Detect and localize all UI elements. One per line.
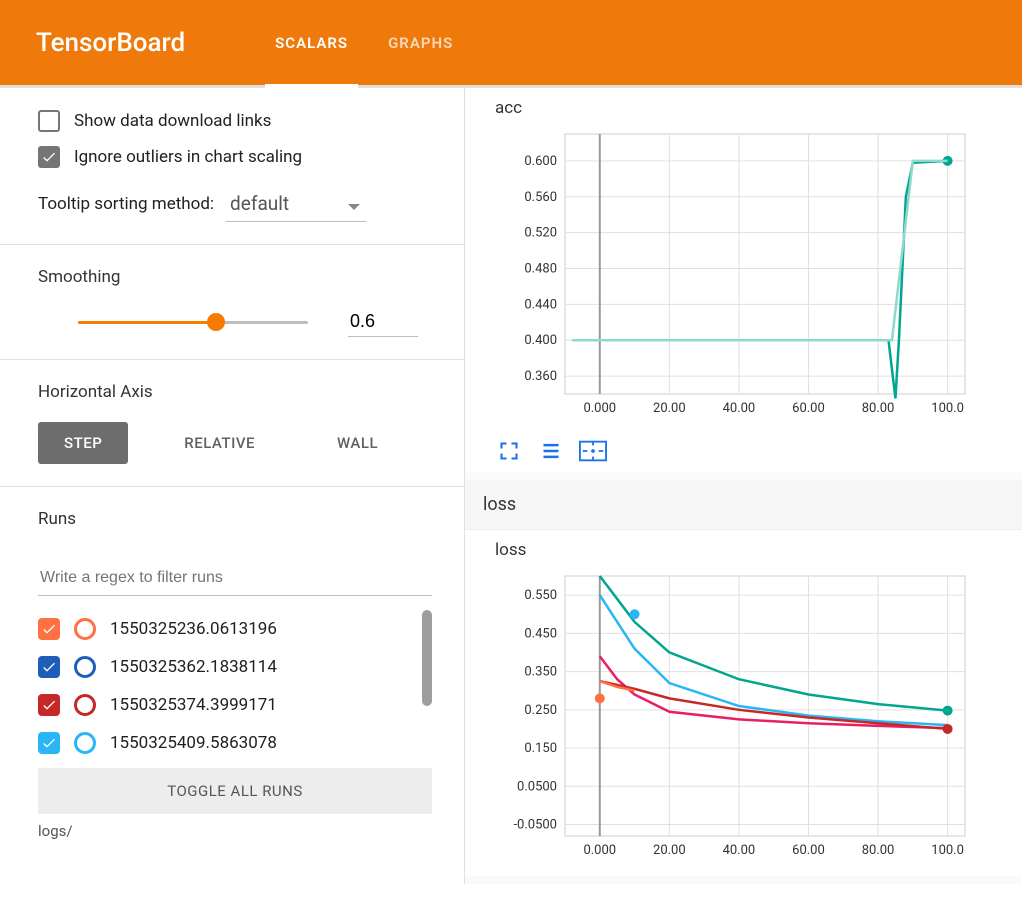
horizontal-axis-label: Horizontal Axis xyxy=(38,382,426,402)
svg-text:0.250: 0.250 xyxy=(524,703,557,718)
run-name: 1550325409.5863078 xyxy=(110,733,277,753)
content: acc 0.3600.4000.4400.4800.5200.5600.6000… xyxy=(465,88,1022,884)
svg-text:0.560: 0.560 xyxy=(524,190,557,205)
svg-text:20.00: 20.00 xyxy=(653,401,686,416)
run-row: 1550325362.1838114 xyxy=(38,648,432,686)
tooltip-sort-label: Tooltip sorting method: xyxy=(38,194,214,214)
svg-text:40.00: 40.00 xyxy=(723,843,756,858)
tab-scalars[interactable]: SCALARS xyxy=(275,0,348,85)
logs-path: logs/ xyxy=(38,822,432,840)
svg-text:0.0500: 0.0500 xyxy=(517,779,557,794)
tab-graphs[interactable]: GRAPHS xyxy=(388,0,453,85)
svg-text:0.350: 0.350 xyxy=(524,665,557,680)
run-color-circle[interactable] xyxy=(74,656,96,678)
svg-text:0.480: 0.480 xyxy=(524,261,557,276)
section-loss-header[interactable]: loss xyxy=(465,480,1022,530)
fullscreen-icon[interactable] xyxy=(495,440,523,462)
svg-text:20.00: 20.00 xyxy=(653,843,686,858)
svg-text:0.000: 0.000 xyxy=(583,843,616,858)
download-links-checkbox[interactable] xyxy=(38,110,60,132)
runs-scrollbar[interactable] xyxy=(422,610,432,706)
ignore-outliers-checkbox[interactable] xyxy=(38,146,60,168)
run-color-circle[interactable] xyxy=(74,618,96,640)
run-color-circle[interactable] xyxy=(74,694,96,716)
svg-text:0.450: 0.450 xyxy=(524,626,557,641)
svg-text:80.00: 80.00 xyxy=(862,843,895,858)
list-icon[interactable] xyxy=(537,440,565,462)
run-name: 1550325374.3999171 xyxy=(110,695,277,715)
nav-tabs: SCALARS GRAPHS xyxy=(275,0,453,85)
run-name: 1550325362.1838114 xyxy=(110,657,277,677)
app-header: TensorBoard SCALARS GRAPHS xyxy=(0,0,1022,88)
app-title: TensorBoard xyxy=(36,28,185,58)
svg-text:0.600: 0.600 xyxy=(524,154,557,169)
chart-title-loss: loss xyxy=(495,540,1004,560)
chart-title-acc: acc xyxy=(495,98,1004,118)
download-links-label: Show data download links xyxy=(74,111,271,131)
chart-acc[interactable]: 0.360 0.400 0.440 0.480 0.520 0.560 0.600 0.000… xyxy=(495,124,975,424)
run-checkbox[interactable] xyxy=(38,694,60,716)
toggle-all-runs-button[interactable]: TOGGLE ALL RUNS xyxy=(38,768,432,814)
chart-loss[interactable]: -0.0500 0.0500 0.150 0.250 0.350 0.450 0.550 0.… xyxy=(495,566,975,866)
runs-filter-input[interactable] xyxy=(38,561,432,596)
svg-text:0.150: 0.150 xyxy=(524,741,557,756)
svg-text:100.0: 100.0 xyxy=(931,401,964,416)
run-checkbox[interactable] xyxy=(38,732,60,754)
svg-text:100.0: 100.0 xyxy=(931,843,964,858)
run-color-circle[interactable] xyxy=(74,732,96,754)
run-row: 1550325409.5863078 xyxy=(38,724,432,762)
run-name: 1550325236.0613196 xyxy=(110,619,277,639)
tooltip-sort-select[interactable]: default xyxy=(226,186,366,222)
svg-text:0.400: 0.400 xyxy=(524,333,557,348)
run-checkbox[interactable] xyxy=(38,656,60,678)
ignore-outliers-label: Ignore outliers in chart scaling xyxy=(74,147,302,167)
svg-text:-0.0500: -0.0500 xyxy=(513,818,557,833)
haxis-step[interactable]: STEP xyxy=(38,422,128,464)
svg-text:0.360: 0.360 xyxy=(524,369,557,384)
svg-text:0.550: 0.550 xyxy=(524,588,557,603)
run-row: 1550325236.0613196 xyxy=(38,610,432,648)
svg-text:40.00: 40.00 xyxy=(723,401,756,416)
run-checkbox[interactable] xyxy=(38,618,60,640)
smoothing-slider[interactable] xyxy=(78,312,308,332)
haxis-wall[interactable]: WALL xyxy=(311,422,404,464)
svg-text:60.00: 60.00 xyxy=(792,401,825,416)
svg-text:0.520: 0.520 xyxy=(524,226,557,241)
run-row: 1550325374.3999171 xyxy=(38,686,432,724)
svg-text:0.000: 0.000 xyxy=(583,401,616,416)
svg-text:0.440: 0.440 xyxy=(524,297,557,312)
svg-text:80.00: 80.00 xyxy=(862,401,895,416)
svg-text:60.00: 60.00 xyxy=(792,843,825,858)
runs-label: Runs xyxy=(38,509,432,529)
fit-icon[interactable] xyxy=(579,440,607,462)
smoothing-input[interactable] xyxy=(348,307,418,337)
haxis-relative[interactable]: RELATIVE xyxy=(158,422,281,464)
smoothing-label: Smoothing xyxy=(38,267,426,287)
sidebar: Show data download links Ignore outliers… xyxy=(0,88,465,884)
